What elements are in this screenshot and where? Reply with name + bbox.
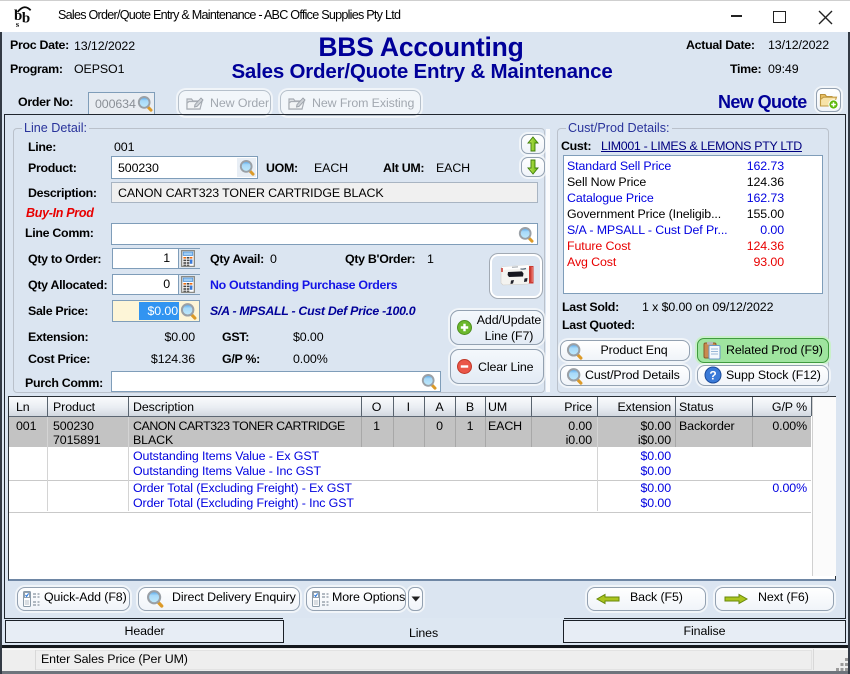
svg-text:b: b [22, 11, 30, 27]
svg-text:?: ? [709, 369, 716, 383]
svg-text:s: s [16, 19, 20, 27]
